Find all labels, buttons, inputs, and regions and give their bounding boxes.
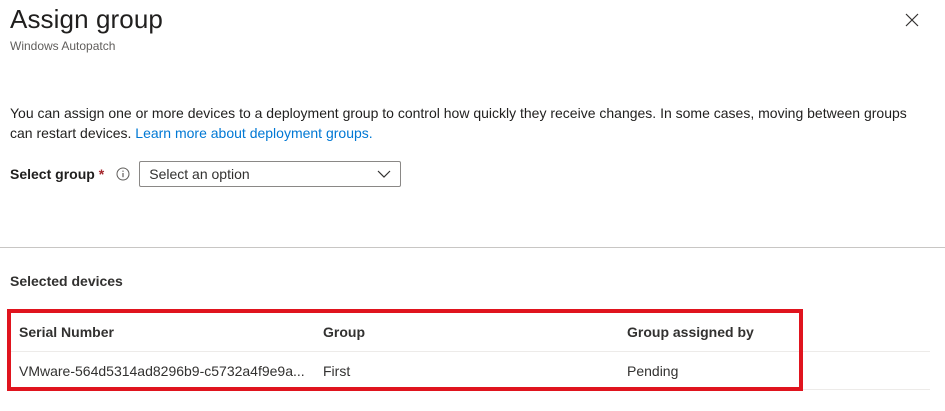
dropdown-placeholder: Select an option [149, 166, 250, 182]
assign-group-panel: Assign group Windows Autopatch You can a… [0, 0, 945, 411]
required-marker: * [98, 166, 105, 182]
cell-group: First [323, 362, 351, 379]
cell-serial-number: VMware-564d5314ad8296b9-c5732a4f9e9a... [19, 362, 305, 379]
select-group-label: Select group [10, 166, 95, 182]
selected-devices-table: Serial Number Group Group assigned by VM… [10, 312, 930, 390]
table-header: Serial Number Group Group assigned by [10, 312, 930, 352]
section-divider [0, 247, 945, 248]
column-header-serial-number[interactable]: Serial Number [10, 324, 314, 340]
selected-devices-title: Selected devices [10, 273, 123, 289]
close-icon [905, 13, 919, 27]
column-header-group-assigned-by[interactable]: Group assigned by [618, 324, 930, 340]
select-group-dropdown[interactable]: Select an option [139, 161, 402, 187]
table-row[interactable]: VMware-564d5314ad8296b9-c5732a4f9e9a... … [10, 352, 930, 390]
description-text: You can assign one or more devices to a … [10, 103, 915, 143]
select-group-row: Select group * Select an option [10, 160, 402, 188]
info-icon[interactable] [116, 167, 130, 181]
column-header-group[interactable]: Group [314, 324, 618, 340]
cell-group-assigned-by: Pending [627, 362, 679, 379]
chevron-down-icon [377, 170, 391, 178]
panel-subtitle: Windows Autopatch [10, 39, 116, 53]
panel-title: Assign group [10, 4, 163, 34]
close-button[interactable] [898, 6, 926, 34]
learn-more-link[interactable]: Learn more about deployment groups. [135, 125, 372, 141]
